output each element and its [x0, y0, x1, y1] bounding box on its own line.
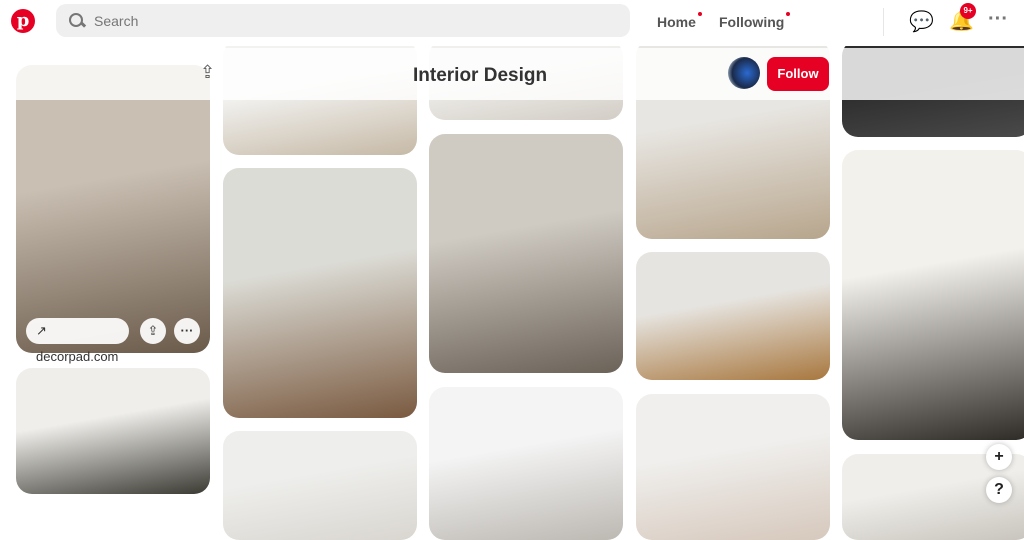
top-bar: p Search Home Following 💬 🔔 9+ ···: [0, 0, 1024, 46]
nav-following[interactable]: Following: [719, 12, 791, 30]
follow-button[interactable]: Follow: [767, 57, 829, 91]
pin-card[interactable]: [223, 431, 417, 540]
create-button[interactable]: +: [986, 444, 1012, 470]
nav-home-label: Home: [657, 14, 696, 30]
pin-source-label: decorpad.com: [36, 349, 119, 364]
search-placeholder: Search: [94, 12, 139, 29]
pin-more-button[interactable]: ···: [174, 318, 200, 344]
messages-icon[interactable]: 💬: [909, 9, 934, 34]
unread-dot: [697, 12, 702, 16]
board-owner-avatar[interactable]: [728, 57, 760, 89]
more-icon: ···: [180, 323, 194, 338]
pin-card[interactable]: [636, 394, 830, 540]
search-icon: [68, 12, 86, 30]
help-button[interactable]: ?: [986, 477, 1012, 503]
divider: [883, 8, 884, 36]
nav-following-label: Following: [719, 14, 785, 30]
pin-card[interactable]: [223, 168, 417, 418]
nav-home[interactable]: Home: [657, 12, 702, 30]
pin-card[interactable]: [636, 252, 830, 380]
share-board-icon[interactable]: ⇪: [200, 62, 215, 83]
unread-dot: [786, 12, 791, 16]
pin-card[interactable]: [429, 134, 623, 373]
pin-card[interactable]: [842, 150, 1024, 440]
board-header: ⇪ Interior Design Follow: [0, 48, 1024, 100]
pinterest-logo-icon[interactable]: p: [11, 9, 35, 33]
pin-source-link[interactable]: ↗ decorpad.com: [26, 318, 129, 364]
share-icon: ⇪: [147, 323, 159, 338]
pin-card[interactable]: [429, 387, 623, 540]
external-link-icon: ↗: [36, 323, 47, 338]
notification-badge: 9+: [960, 3, 976, 19]
pin-share-button[interactable]: ⇪: [140, 318, 166, 344]
search-input[interactable]: Search: [56, 4, 630, 37]
pin-card[interactable]: [16, 65, 210, 353]
pin-card[interactable]: [16, 368, 210, 494]
board-title: Interior Design: [413, 65, 548, 86]
more-options-icon[interactable]: ···: [988, 8, 1008, 31]
